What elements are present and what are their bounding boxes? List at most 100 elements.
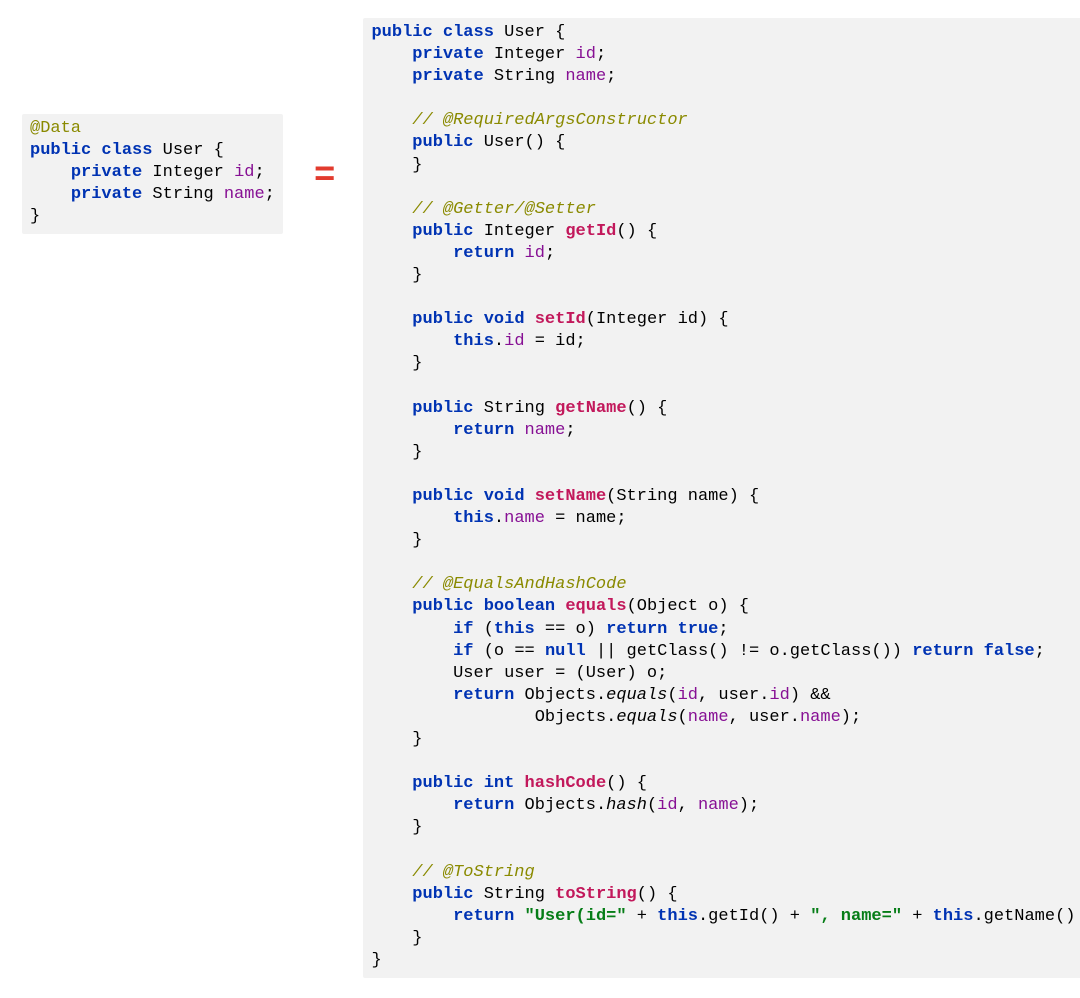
call: .getId() + bbox=[698, 907, 810, 926]
kw-void: void bbox=[484, 487, 525, 506]
brace: } bbox=[371, 266, 422, 285]
call-hash: hash bbox=[606, 796, 647, 815]
sp bbox=[667, 620, 677, 639]
method-equals: equals bbox=[565, 597, 626, 616]
sp bbox=[514, 244, 524, 263]
indent bbox=[371, 421, 453, 440]
kw-private: private bbox=[71, 163, 142, 182]
sig: (String name) { bbox=[606, 487, 759, 506]
brace: } bbox=[371, 156, 422, 175]
class-decl: User { bbox=[494, 23, 565, 42]
kw-public: public bbox=[412, 310, 473, 329]
call-equals: equals bbox=[606, 686, 667, 705]
brace: } bbox=[371, 929, 422, 948]
kw-this: this bbox=[494, 620, 535, 639]
field-name: name bbox=[224, 185, 265, 204]
kw-public: public bbox=[412, 597, 473, 616]
field-name: name bbox=[688, 708, 729, 727]
lombok-code-block: @Data public class User { private Intege… bbox=[22, 114, 283, 234]
indent bbox=[371, 642, 453, 661]
field-id: id bbox=[504, 332, 524, 351]
method-hashcode: hashCode bbox=[525, 774, 607, 793]
indent bbox=[371, 597, 412, 616]
kw-false: false bbox=[984, 642, 1035, 661]
kw-return: return bbox=[453, 421, 514, 440]
rest: ) && bbox=[790, 686, 831, 705]
semi: ; bbox=[606, 67, 616, 86]
method-setname: setName bbox=[535, 487, 606, 506]
kw-public: public bbox=[412, 774, 473, 793]
semi: ; bbox=[1035, 642, 1045, 661]
semi: ; bbox=[545, 244, 555, 263]
annotation-data: @Data bbox=[30, 119, 81, 138]
kw-true: true bbox=[678, 620, 719, 639]
field-name: name bbox=[525, 421, 566, 440]
comment-equalshash: // @EqualsAndHashCode bbox=[371, 575, 626, 594]
field-id: id bbox=[234, 163, 254, 182]
call: .getName() + bbox=[973, 907, 1080, 926]
kw-public: public bbox=[412, 222, 473, 241]
sp bbox=[973, 642, 983, 661]
line: User user = (User) o; bbox=[371, 664, 667, 683]
dot: . bbox=[494, 509, 504, 528]
sp bbox=[514, 907, 524, 926]
brace: } bbox=[371, 730, 422, 749]
paren: ( bbox=[667, 686, 677, 705]
call: Objects. bbox=[514, 796, 606, 815]
sp bbox=[474, 597, 484, 616]
assign: = name; bbox=[545, 509, 627, 528]
rest: ); bbox=[739, 796, 759, 815]
paren: ( bbox=[678, 708, 688, 727]
field-id: id bbox=[657, 796, 677, 815]
arg: , user. bbox=[698, 686, 769, 705]
kw-return: return bbox=[453, 244, 514, 263]
kw-this: this bbox=[657, 907, 698, 926]
call: Objects. bbox=[514, 686, 606, 705]
indent bbox=[30, 185, 71, 204]
field-id: id bbox=[576, 45, 596, 64]
kw-public: public bbox=[412, 133, 473, 152]
brace: } bbox=[30, 207, 40, 226]
field-id: id bbox=[525, 244, 545, 263]
kw-this: this bbox=[453, 332, 494, 351]
paren: ( bbox=[647, 796, 657, 815]
type: String bbox=[142, 185, 224, 204]
paren: ( bbox=[474, 620, 494, 639]
cmp: == o) bbox=[535, 620, 606, 639]
sp bbox=[525, 487, 535, 506]
indent bbox=[371, 222, 412, 241]
kw-return: return bbox=[912, 642, 973, 661]
rest: ); bbox=[841, 708, 861, 727]
indent bbox=[371, 310, 412, 329]
indent bbox=[371, 45, 412, 64]
kw-return: return bbox=[453, 907, 514, 926]
expanded-code-block: public class User { private Integer id; … bbox=[363, 18, 1080, 978]
indent bbox=[371, 244, 453, 263]
indent bbox=[371, 885, 412, 904]
kw-if: if bbox=[453, 642, 473, 661]
comment-tostring: // @ToString bbox=[371, 863, 534, 882]
indent bbox=[30, 163, 71, 182]
kw-return: return bbox=[453, 686, 514, 705]
semi: ; bbox=[254, 163, 264, 182]
kw-class: class bbox=[101, 141, 152, 160]
field-name: name bbox=[800, 708, 841, 727]
sp bbox=[514, 774, 524, 793]
type: Integer bbox=[484, 45, 576, 64]
brace: } bbox=[371, 443, 422, 462]
equals-icon: = bbox=[308, 158, 339, 194]
kw-this: this bbox=[933, 907, 974, 926]
paren: (o == bbox=[474, 642, 545, 661]
field-name: name bbox=[504, 509, 545, 528]
kw-class: class bbox=[443, 23, 494, 42]
type: Integer bbox=[474, 222, 566, 241]
brace: } bbox=[371, 354, 422, 373]
kw-this: this bbox=[453, 509, 494, 528]
sp bbox=[474, 487, 484, 506]
sig: () { bbox=[637, 885, 678, 904]
indent bbox=[371, 796, 453, 815]
kw-private: private bbox=[71, 185, 142, 204]
kw-private: private bbox=[412, 45, 483, 64]
comparison-container: @Data public class User { private Intege… bbox=[0, 0, 1080, 998]
call: Objects. bbox=[371, 708, 616, 727]
